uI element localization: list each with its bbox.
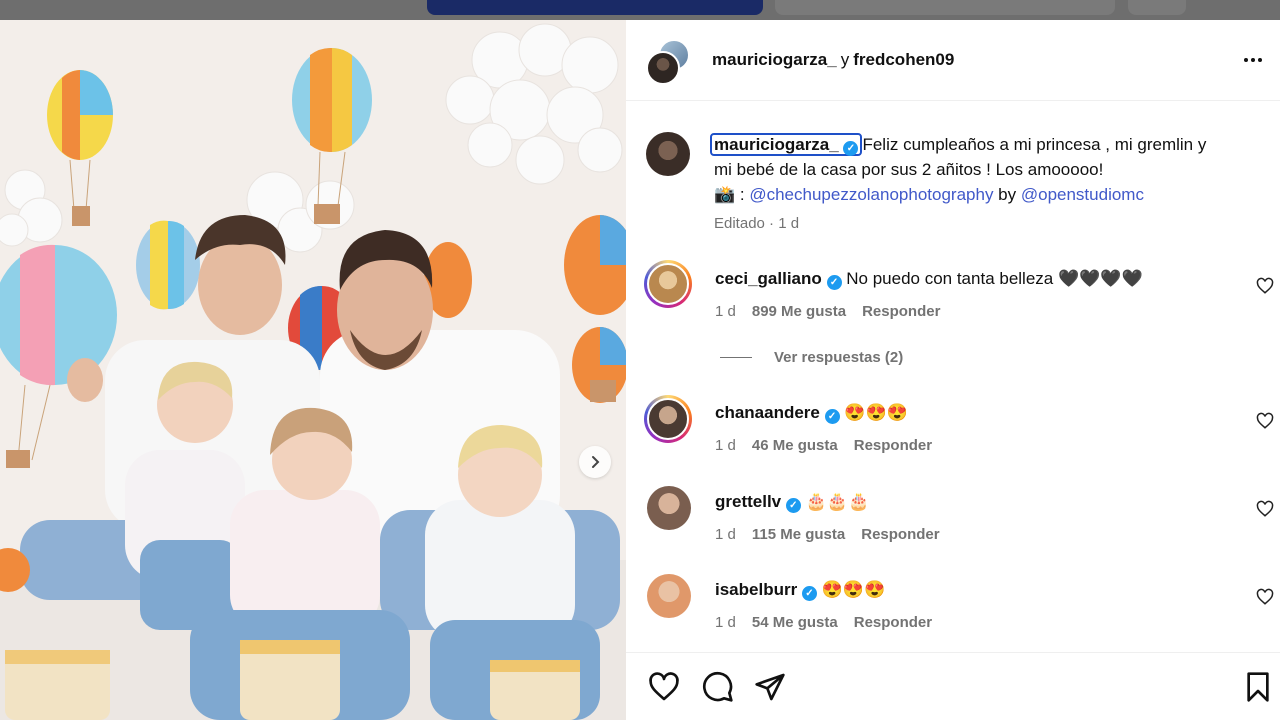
reply-button[interactable]: Responder — [854, 437, 932, 454]
verified-badge-icon: ✓ — [785, 498, 801, 513]
post-authors: mauriciogarza_ y fredcohen09 — [712, 50, 954, 70]
comment-likes[interactable]: 115 Me gusta — [752, 526, 845, 543]
comment-avatar[interactable] — [644, 395, 692, 443]
comment-icon[interactable] — [702, 671, 734, 703]
tab-inactive[interactable] — [775, 0, 1115, 15]
balloon-pastel — [136, 220, 200, 310]
comment-avatar[interactable] — [647, 574, 691, 618]
credit-by: by — [993, 185, 1021, 204]
comment-text: No puedo con tanta belleza 🖤🖤🖤🖤 — [846, 269, 1143, 288]
comment-time: 1 d — [715, 437, 736, 454]
reply-button[interactable]: Responder — [862, 303, 940, 320]
comment-like-heart-icon[interactable] — [1256, 277, 1274, 295]
tab-active[interactable] — [427, 0, 763, 15]
caption-username-link[interactable]: mauriciogarza_ ✓ — [710, 133, 863, 156]
comment-item: isabelburr ✓ 😍😍😍 1 d 54 Me gusta Responder — [626, 574, 1280, 644]
comment-item: chanaandere ✓ 😍😍😍 1 d 46 Me gusta Responde… — [626, 395, 1280, 465]
comment-text: 🎂🎂🎂 — [805, 492, 870, 511]
reply-button[interactable]: Responder — [861, 526, 939, 543]
caption-line1: Feliz cumpleaños a mi princesa , mi grem… — [862, 135, 1207, 154]
comment-avatar[interactable] — [647, 486, 691, 530]
comment-like-heart-icon[interactable] — [1256, 500, 1274, 518]
browser-top-strip — [0, 0, 1280, 20]
comment-text: 😍😍😍 — [821, 580, 886, 599]
verified-badge-icon: ✓ — [801, 586, 817, 601]
comment-username[interactable]: chanaandere — [715, 403, 820, 422]
comment-item: grettellv ✓ 🎂🎂🎂 1 d 115 Me gusta Responder — [626, 486, 1280, 556]
double-avatar[interactable] — [646, 39, 692, 85]
send-icon[interactable] — [754, 671, 786, 703]
carousel-next-button[interactable] — [579, 446, 611, 478]
more-horizontal-icon[interactable] — [1240, 50, 1266, 70]
caption-text: mauriciogarza_ ✓ Feliz cumpleaños a mi pr… — [710, 132, 1270, 207]
comment-time: 1 d — [715, 303, 736, 320]
view-replies-button[interactable]: Ver respuestas (2) — [720, 349, 903, 366]
comment-time: 1 d — [715, 526, 736, 543]
bookmark-icon[interactable] — [1242, 671, 1274, 703]
post-header: mauriciogarza_ y fredcohen09 — [626, 20, 1280, 101]
comment-username[interactable]: ceci_galliano — [715, 269, 822, 288]
post-action-bar — [626, 652, 1280, 720]
caption-line2: mi bebé de la casa por sus 2 añitos ! Lo… — [714, 160, 1104, 179]
replies-dash — [720, 357, 752, 358]
chevron-right-icon — [592, 456, 600, 468]
heart-icon[interactable] — [648, 671, 680, 703]
comment-username[interactable]: isabelburr — [715, 580, 797, 599]
verified-badge-icon: ✓ — [843, 141, 859, 156]
author-joiner: y — [840, 50, 850, 69]
comment-like-heart-icon[interactable] — [1256, 588, 1274, 606]
comment-item: ceci_galliano ✓ No puedo con tanta belle… — [626, 260, 1280, 330]
comment-username[interactable]: grettellv — [715, 492, 781, 511]
comment-likes[interactable]: 899 Me gusta — [752, 303, 846, 320]
camera-emoji: 📸 — [714, 185, 736, 204]
avatar-mauriciogarza[interactable] — [646, 51, 680, 85]
photo-illustration — [0, 20, 626, 720]
caption-avatar[interactable] — [646, 132, 690, 176]
reply-button[interactable]: Responder — [854, 614, 932, 631]
studio-link[interactable]: @openstudiomc — [1021, 185, 1144, 204]
author-link-1[interactable]: mauriciogarza_ — [712, 50, 837, 69]
post-sidebar: mauriciogarza_ y fredcohen09 mauriciogarza… — [626, 20, 1280, 720]
comment-like-heart-icon[interactable] — [1256, 412, 1274, 430]
photographer-link[interactable]: @chechupezzolanophotography — [749, 185, 993, 204]
post-photo[interactable] — [0, 20, 626, 720]
verified-badge-icon: ✓ — [826, 275, 842, 290]
comment-time: 1 d — [715, 614, 736, 631]
comment-likes[interactable]: 46 Me gusta — [752, 437, 838, 454]
comment-text: 😍😍😍 — [844, 403, 908, 422]
verified-badge-icon: ✓ — [824, 409, 840, 424]
tab-small[interactable] — [1128, 0, 1186, 15]
comment-likes[interactable]: 54 Me gusta — [752, 614, 838, 631]
caption-meta: Editado · 1 d — [714, 215, 800, 232]
credit-separator: : — [735, 185, 750, 204]
comment-avatar[interactable] — [644, 260, 692, 308]
author-link-2[interactable]: fredcohen09 — [853, 50, 954, 69]
